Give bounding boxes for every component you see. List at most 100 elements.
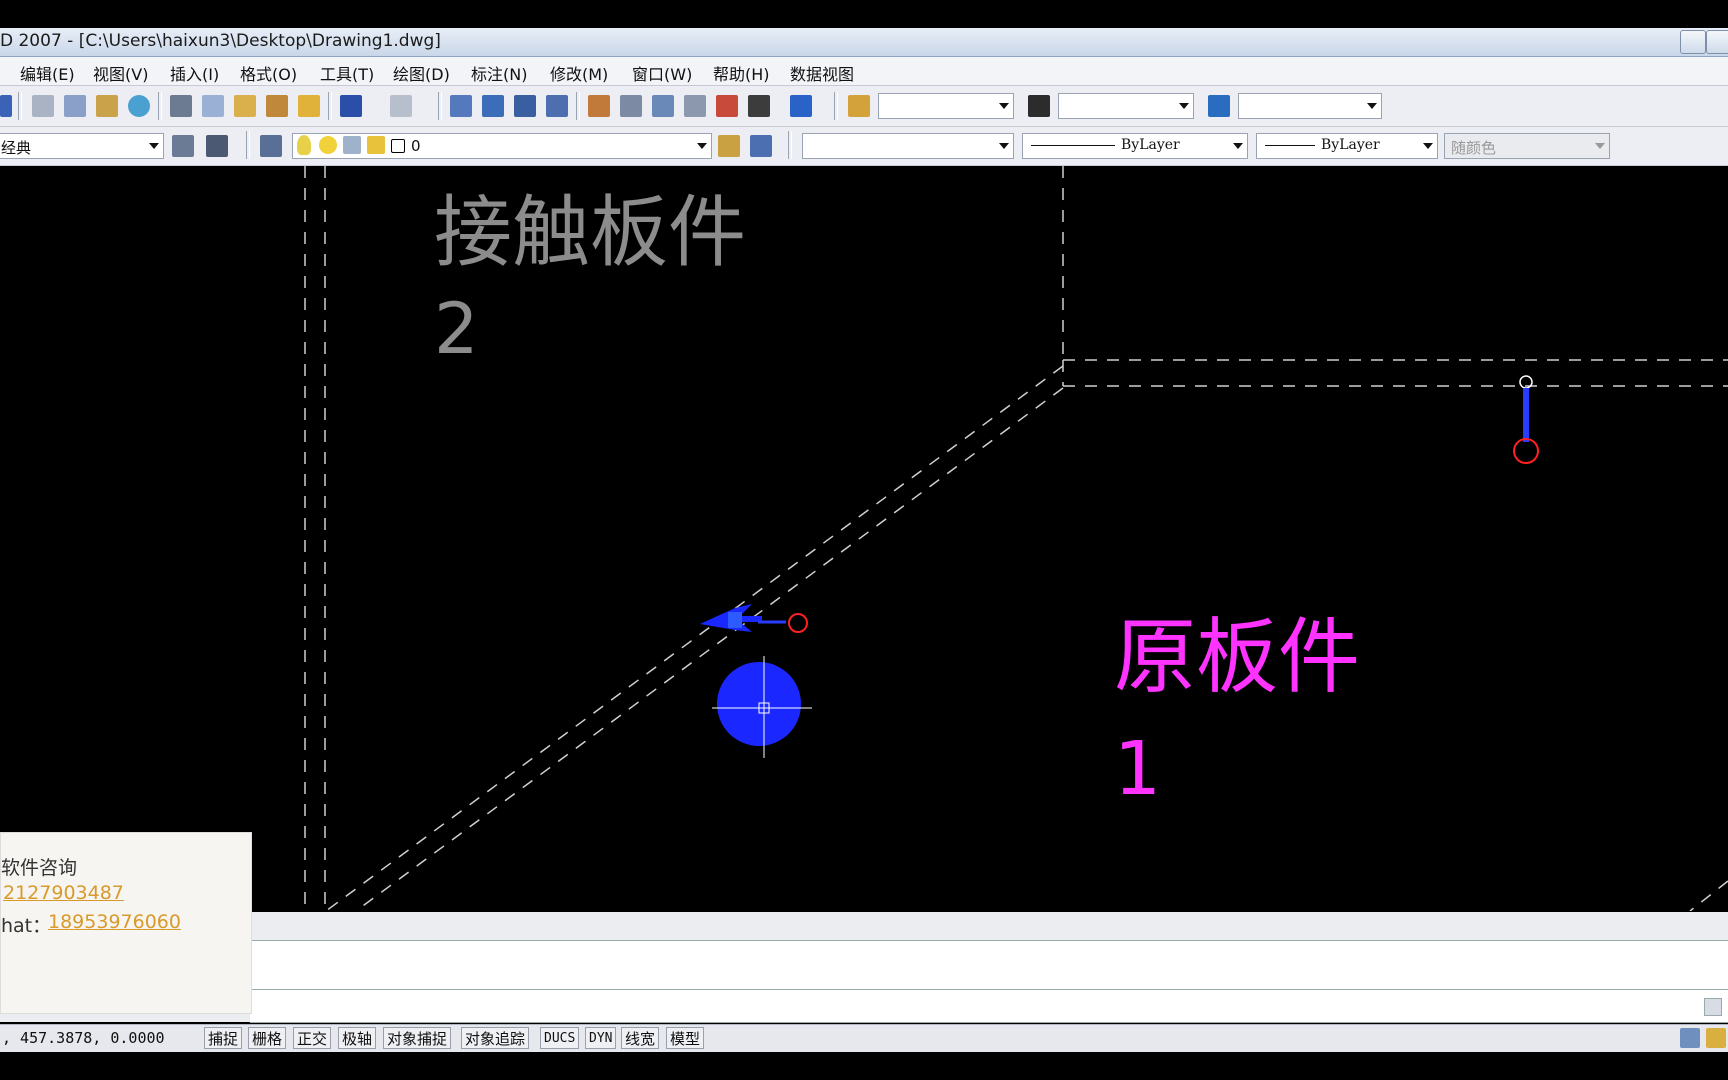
workspace-select[interactable]: 经典 xyxy=(0,133,164,159)
lineweight-select[interactable]: ByLayer xyxy=(1256,133,1438,159)
zoom-previous-icon[interactable] xyxy=(546,95,568,117)
polar-toggle[interactable]: 极轴 xyxy=(338,1027,377,1049)
lineweight-preview-line xyxy=(1265,145,1315,146)
copy-icon[interactable] xyxy=(202,95,224,117)
save-icon[interactable] xyxy=(0,95,12,117)
zoom-realtime-icon[interactable] xyxy=(482,95,504,117)
menu-modify[interactable]: 修改(M) xyxy=(550,61,608,85)
minimize-button[interactable] xyxy=(1680,30,1706,54)
help-icon[interactable] xyxy=(790,95,812,117)
layer-manager-icon[interactable] xyxy=(260,135,282,157)
block-editor-icon[interactable] xyxy=(298,95,320,117)
toolbar-separator xyxy=(246,131,250,159)
menu-insert[interactable]: 插入(I) xyxy=(170,61,219,85)
table-style-select[interactable] xyxy=(1238,93,1382,119)
color-control-select[interactable] xyxy=(802,133,1014,159)
otrack-toggle[interactable]: 对象追踪 xyxy=(461,1027,530,1049)
zoom-window-icon[interactable] xyxy=(514,95,536,117)
toolbar-separator xyxy=(438,92,442,120)
linetype-preview-line xyxy=(1031,145,1115,146)
cut-icon[interactable] xyxy=(170,95,192,117)
ducs-toggle[interactable]: DUCS xyxy=(540,1027,580,1049)
menu-window[interactable]: 窗口(W) xyxy=(632,61,692,85)
arrow-base xyxy=(728,612,742,628)
scroll-left-button[interactable] xyxy=(1704,998,1722,1016)
wechat-link[interactable]: 18953976060 xyxy=(48,911,181,933)
command-line[interactable] xyxy=(250,957,1728,990)
paste-icon[interactable] xyxy=(234,95,256,117)
window-title: D 2007 - [C:\Users\haixun3\Desktop\Drawi… xyxy=(0,31,441,51)
redo-icon[interactable] xyxy=(390,95,412,117)
contact-panel-number: 2 xyxy=(434,288,479,370)
title-bar: D 2007 - [C:\Users\haixun3\Desktop\Drawi… xyxy=(0,28,1728,57)
sheet-set-icon[interactable] xyxy=(684,95,706,117)
text-style-icon[interactable] xyxy=(848,95,870,117)
markup-icon[interactable] xyxy=(716,95,738,117)
dim-style-icon[interactable] xyxy=(1028,95,1050,117)
menu-data-view[interactable]: 数据视图 xyxy=(790,61,854,85)
status-bar: , 457.3878, 0.0000 捕捉 栅格 正交 极轴 对象捕捉 对象追踪… xyxy=(0,1024,1728,1052)
toolbar-separator xyxy=(18,92,22,120)
menu-bar: 编辑(E) 视图(V) 插入(I) 格式(O) 工具(T) 绘图(D) 标注(N… xyxy=(0,57,1728,86)
lock-icon xyxy=(367,136,385,154)
layer-select[interactable]: 0 xyxy=(292,133,712,159)
match-properties-icon[interactable] xyxy=(266,95,288,117)
text-style-select[interactable] xyxy=(878,93,1014,119)
print-icon[interactable] xyxy=(32,95,54,117)
linetype-select[interactable]: ByLayer xyxy=(1022,133,1248,159)
globe-icon[interactable] xyxy=(128,95,150,117)
osnap-toggle[interactable]: 对象捕捉 xyxy=(383,1027,452,1049)
make-layer-current-icon[interactable] xyxy=(718,135,740,157)
linetype-value: ByLayer xyxy=(1121,137,1180,153)
original-panel-number: 1 xyxy=(1114,726,1162,812)
menu-view[interactable]: 视图(V) xyxy=(93,61,148,85)
snap-toggle[interactable]: 捕捉 xyxy=(204,1027,243,1049)
toolbar-separator xyxy=(158,92,162,120)
pan-icon[interactable] xyxy=(450,95,472,117)
ortho-toggle[interactable]: 正交 xyxy=(293,1027,332,1049)
publish-icon[interactable] xyxy=(96,95,118,117)
menu-format[interactable]: 格式(O) xyxy=(240,61,297,85)
layer-color-swatch xyxy=(391,139,405,153)
workspace-value: 经典 xyxy=(1,139,32,157)
maximize-button[interactable] xyxy=(1706,30,1728,54)
undo-icon[interactable] xyxy=(340,95,362,117)
design-center-icon[interactable] xyxy=(620,95,642,117)
menu-help[interactable]: 帮助(H) xyxy=(713,61,770,85)
wechat-prefix: hat： xyxy=(1,915,52,937)
menu-edit[interactable]: 编辑(E) xyxy=(20,61,75,85)
toolbar-separator xyxy=(576,92,580,120)
marker-circle xyxy=(1513,438,1539,464)
coordinates-readout: , 457.3878, 0.0000 xyxy=(2,1029,165,1047)
comm-center-icon[interactable] xyxy=(1680,1028,1700,1048)
table-style-icon[interactable] xyxy=(1208,95,1230,117)
overlay-title: 软件咨询 xyxy=(1,857,78,879)
menu-tools[interactable]: 工具(T) xyxy=(320,61,374,85)
viewport-freeze-icon xyxy=(343,136,361,154)
menu-dimension[interactable]: 标注(N) xyxy=(471,61,527,85)
toolbar-separator xyxy=(328,92,332,120)
layer-previous-icon[interactable] xyxy=(750,135,772,157)
lightbulb-icon xyxy=(297,135,311,155)
dashed-diagonal-line xyxy=(355,387,1064,911)
properties-icon[interactable] xyxy=(588,95,610,117)
grid-toggle[interactable]: 栅格 xyxy=(248,1027,287,1049)
workspace-settings-icon[interactable] xyxy=(172,135,194,157)
plot-style-select[interactable]: 随颜色 xyxy=(1444,133,1610,159)
drawing-canvas[interactable]: 接触板件 2 原板件 1 xyxy=(0,166,1728,911)
menu-draw[interactable]: 绘图(D) xyxy=(393,61,450,85)
drawing-svg xyxy=(304,166,1728,911)
lineweight-toggle[interactable]: 线宽 xyxy=(621,1027,660,1049)
lock-toolbar-icon[interactable] xyxy=(1706,1028,1726,1048)
qq-link[interactable]: 2127903487 xyxy=(3,882,124,904)
calculator-icon[interactable] xyxy=(748,95,770,117)
plot-preview-icon[interactable] xyxy=(64,95,86,117)
dim-style-select[interactable] xyxy=(1058,93,1194,119)
model-toggle[interactable]: 模型 xyxy=(666,1027,705,1049)
dyn-toggle[interactable]: DYN xyxy=(585,1027,617,1049)
workspace-save-icon[interactable] xyxy=(206,135,228,157)
bottom-letterbox xyxy=(0,1052,1728,1080)
command-input[interactable] xyxy=(250,990,1728,1023)
tool-palettes-icon[interactable] xyxy=(652,95,674,117)
toolbar-separator xyxy=(788,131,792,159)
